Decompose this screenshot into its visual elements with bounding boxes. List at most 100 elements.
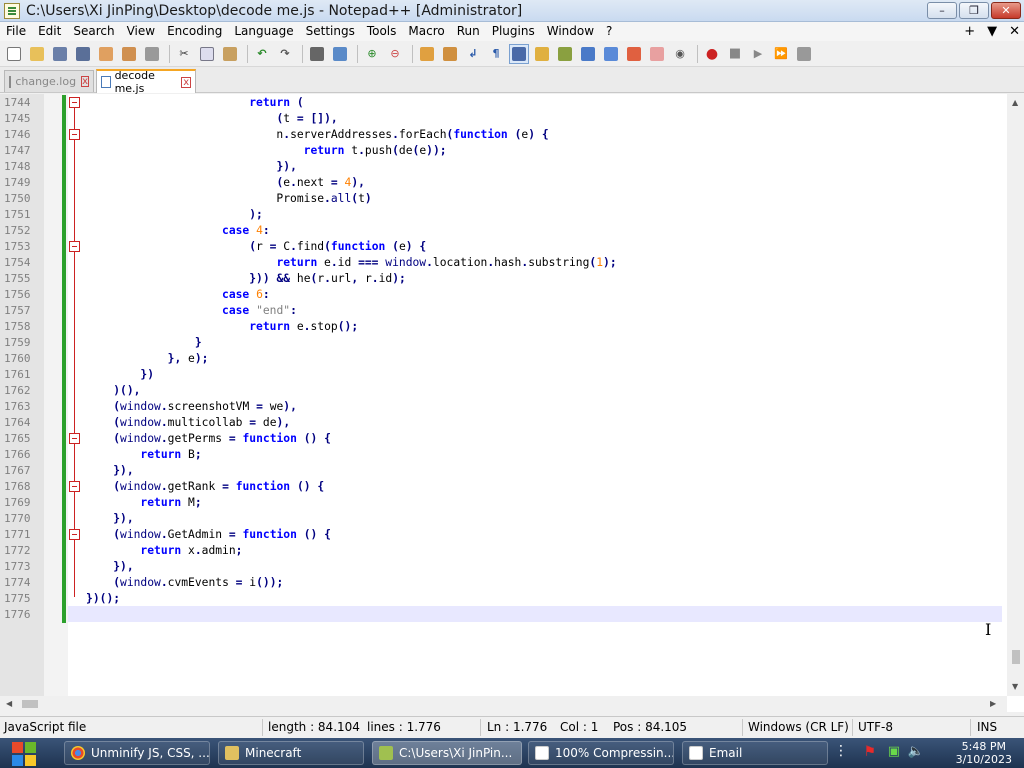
- close-file-icon[interactable]: [96, 44, 116, 64]
- taskbar-item-minecraft-folder[interactable]: Minecraft: [218, 741, 364, 765]
- line-number: 1745: [4, 112, 31, 125]
- horizontal-scrollbar[interactable]: ◀ ▶: [0, 696, 1007, 712]
- close-button[interactable]: ✕: [991, 2, 1021, 19]
- undo-icon[interactable]: ↶: [252, 44, 272, 64]
- fold-collapse-icon[interactable]: [69, 481, 80, 492]
- taskbar-clock[interactable]: 5:48 PM 3/10/2023: [956, 740, 1012, 766]
- save-icon[interactable]: [50, 44, 70, 64]
- redo-icon[interactable]: ↷: [275, 44, 295, 64]
- sync-horizontal-icon[interactable]: [440, 44, 460, 64]
- print-icon[interactable]: [142, 44, 162, 64]
- scroll-right-icon[interactable]: ▶: [990, 699, 996, 708]
- indent-guide-icon[interactable]: [509, 43, 529, 64]
- menu-encoding[interactable]: Encoding: [161, 22, 228, 41]
- close-tab-icon[interactable]: x: [81, 76, 89, 87]
- menu-tools[interactable]: Tools: [361, 22, 403, 41]
- function-list-icon[interactable]: [578, 44, 598, 64]
- save-all-icon[interactable]: [73, 44, 93, 64]
- minimize-button[interactable]: –: [927, 2, 957, 19]
- fold-collapse-icon[interactable]: [69, 241, 80, 252]
- status-separator: [262, 719, 263, 736]
- fold-collapse-icon[interactable]: [69, 433, 80, 444]
- scroll-up-icon[interactable]: ▲: [1012, 98, 1018, 107]
- fold-collapse-icon[interactable]: [69, 97, 80, 108]
- menu-view[interactable]: View: [121, 22, 161, 41]
- menu-macro[interactable]: Macro: [402, 22, 450, 41]
- code-editor[interactable]: 1744 return (1745 (t = []), 1746 n.server…: [0, 94, 1024, 712]
- horizontal-scroll-thumb[interactable]: [22, 700, 38, 708]
- new-tab-plus-icon[interactable]: +: [964, 22, 975, 41]
- code-line: n.serverAddresses.forEach(function (e) {: [86, 128, 549, 141]
- sync-vertical-icon[interactable]: [417, 44, 437, 64]
- macro-record-icon[interactable]: ●: [702, 44, 722, 64]
- menu-help[interactable]: ?: [600, 22, 618, 41]
- doc-map-icon[interactable]: [555, 44, 575, 64]
- fold-collapse-icon[interactable]: [69, 529, 80, 540]
- monitoring-icon[interactable]: ◉: [670, 44, 690, 64]
- menu-edit[interactable]: Edit: [32, 22, 67, 41]
- macro-play-icon[interactable]: ▶: [748, 44, 768, 64]
- folder-workspace-icon[interactable]: [624, 44, 644, 64]
- find-icon[interactable]: [307, 44, 327, 64]
- menu-window[interactable]: Window: [541, 22, 600, 41]
- menu-run[interactable]: Run: [451, 22, 486, 41]
- status-insert-mode: INS: [977, 720, 998, 734]
- maximize-button[interactable]: ❐: [959, 2, 989, 19]
- project-panel-icon[interactable]: [647, 44, 667, 64]
- action-center-flag-icon[interactable]: ⚑: [863, 744, 876, 760]
- udl-icon[interactable]: [532, 44, 552, 64]
- network-icon[interactable]: ▣: [888, 744, 900, 759]
- taskbar-item-email[interactable]: Email: [682, 741, 828, 765]
- scroll-down-icon[interactable]: ▼: [1012, 682, 1018, 691]
- tab-bar: change.log x decode me.js x: [0, 67, 1024, 95]
- word-wrap-icon[interactable]: ↲: [463, 44, 483, 64]
- menu-search[interactable]: Search: [67, 22, 120, 41]
- line-number: 1758: [4, 320, 31, 333]
- tray-more-icon[interactable]: ⋮: [834, 743, 848, 759]
- macro-save-icon[interactable]: [794, 44, 814, 64]
- menu-bar: File Edit Search View Encoding Language …: [0, 22, 1024, 41]
- start-button[interactable]: [6, 740, 44, 766]
- line-number: 1766: [4, 448, 31, 461]
- code-line: (window.GetAdmin = function () {: [113, 528, 331, 541]
- doc-list-icon[interactable]: [601, 44, 621, 64]
- cut-icon[interactable]: ✂: [174, 44, 194, 64]
- zoom-out-icon[interactable]: ⊖: [385, 44, 405, 64]
- show-all-chars-icon[interactable]: ¶: [486, 44, 506, 64]
- taskbar: Unminify JS, CSS, ... Minecraft C:\Users…: [0, 738, 1024, 768]
- chrome-icon: [71, 746, 85, 760]
- menu-plugins[interactable]: Plugins: [486, 22, 541, 41]
- taskbar-item-notepadpp[interactable]: C:\Users\Xi JinPin...: [372, 741, 522, 765]
- taskbar-item-chrome[interactable]: Unminify JS, CSS, ...: [64, 741, 210, 765]
- close-tab-icon[interactable]: x: [181, 76, 191, 88]
- app-icon: [689, 746, 703, 760]
- taskbar-item-compressing[interactable]: 100% Compressin...: [528, 741, 674, 765]
- fold-tree-line: [74, 101, 75, 597]
- copy-icon[interactable]: [197, 44, 217, 64]
- menu-settings[interactable]: Settings: [300, 22, 361, 41]
- macro-run-multiple-icon[interactable]: ⏩: [771, 44, 791, 64]
- volume-icon[interactable]: 🔈: [908, 744, 924, 759]
- code-line: (t = []),: [276, 112, 338, 125]
- fold-collapse-icon[interactable]: [69, 129, 80, 140]
- line-number: 1759: [4, 336, 31, 349]
- new-file-icon[interactable]: [4, 44, 24, 64]
- menu-language[interactable]: Language: [228, 22, 299, 41]
- tab-decode-me-js[interactable]: decode me.js x: [96, 69, 196, 95]
- close-document-icon[interactable]: ✕: [1009, 22, 1020, 41]
- replace-icon[interactable]: [330, 44, 350, 64]
- close-all-icon[interactable]: [119, 44, 139, 64]
- app-icon: [535, 746, 549, 760]
- tab-list-dropdown-icon[interactable]: ▼: [987, 22, 997, 41]
- status-separator: [970, 719, 971, 736]
- zoom-in-icon[interactable]: ⊕: [362, 44, 382, 64]
- scroll-left-icon[interactable]: ◀: [6, 699, 12, 708]
- vertical-scroll-thumb[interactable]: [1012, 650, 1020, 664]
- open-file-icon[interactable]: [27, 44, 47, 64]
- macro-stop-icon[interactable]: ■: [725, 44, 745, 64]
- menu-file[interactable]: File: [0, 22, 32, 41]
- tab-change-log[interactable]: change.log x: [4, 70, 94, 92]
- windows-logo-icon: [12, 742, 23, 753]
- paste-icon[interactable]: [220, 44, 240, 64]
- vertical-scrollbar[interactable]: ▲ ▼: [1007, 94, 1024, 696]
